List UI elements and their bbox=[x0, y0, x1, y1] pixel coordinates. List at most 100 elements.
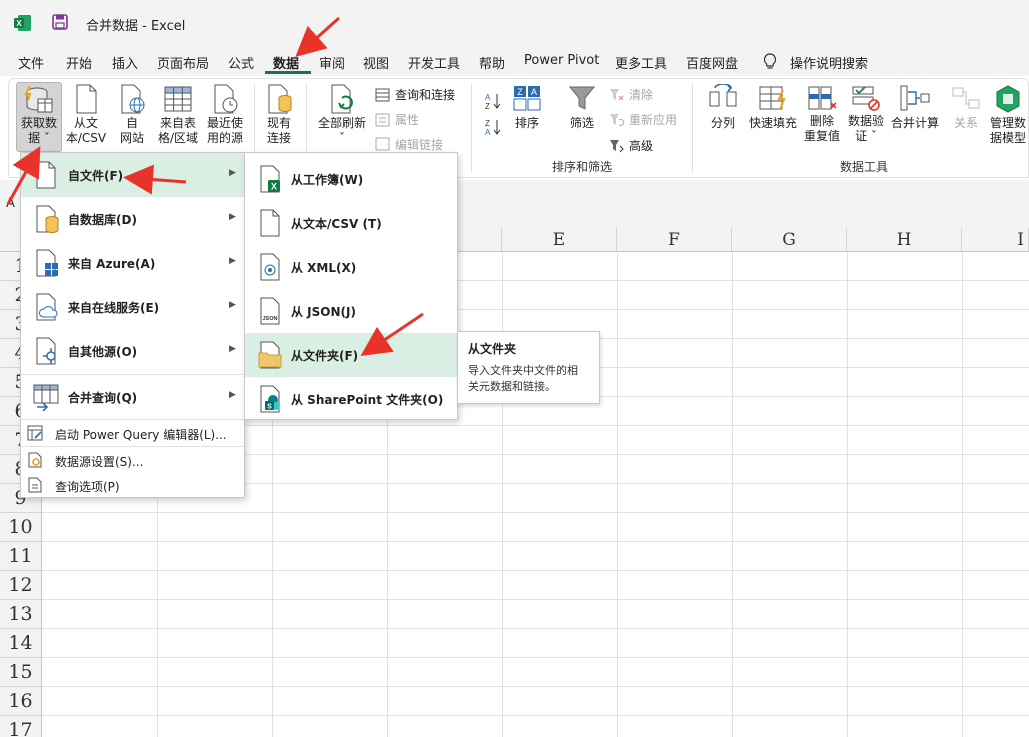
advanced-filter-button[interactable]: 高级 bbox=[609, 137, 653, 154]
other-source-icon bbox=[36, 337, 56, 365]
remove-duplicates-button[interactable]: 删除 重复值 bbox=[802, 84, 842, 144]
submenu-item-label: 从工作簿(W) bbox=[291, 173, 364, 187]
menu-item-from-online-services[interactable]: 来自在线服务(E) ▶ bbox=[21, 285, 244, 329]
group-label-sort-filter: 排序和筛选 bbox=[552, 160, 613, 174]
from-table-range-button[interactable]: 来自表 格/区域 bbox=[155, 84, 201, 146]
sort-button[interactable]: ZA 排序 bbox=[508, 84, 546, 131]
menu-item-from-database[interactable]: 自数据库(D) ▶ bbox=[21, 197, 244, 241]
get-data-label-1: 获取数 bbox=[20, 116, 57, 130]
tab-power-pivot[interactable]: Power Pivot bbox=[524, 53, 599, 68]
properties-icon bbox=[375, 113, 390, 126]
sort-ascending-icon[interactable]: AZ bbox=[484, 92, 502, 110]
manage-data-model-button[interactable]: 管理数 据模型 bbox=[987, 84, 1029, 146]
grid-row-line bbox=[42, 541, 1029, 542]
tab-developer[interactable]: 开发工具 bbox=[408, 53, 460, 72]
tab-view[interactable]: 视图 bbox=[363, 53, 389, 72]
menu-item-data-source-settings[interactable]: 数据源设置(S)... bbox=[21, 448, 244, 472]
filter-button[interactable]: 筛选 bbox=[563, 84, 601, 131]
submenu-item-from-workbook[interactable]: X 从工作簿(W) bbox=[245, 157, 457, 201]
from-text-csv-button[interactable]: 从文 本/CSV bbox=[64, 84, 108, 146]
menu-item-launch-power-query[interactable]: 启动 Power Query 编辑器(L)... bbox=[21, 421, 244, 445]
svg-text:A: A bbox=[485, 128, 491, 136]
menu-item-label: 来自在线服务(E) bbox=[68, 301, 160, 315]
refresh-icon bbox=[331, 84, 353, 114]
sort-buttons: AZ ZA bbox=[484, 92, 502, 136]
name-box[interactable]: A bbox=[6, 196, 15, 211]
from-table-label-1: 来自表 bbox=[159, 116, 196, 130]
menu-item-combine-queries[interactable]: 合并查询(Q) ▶ bbox=[21, 375, 244, 419]
tab-review[interactable]: 审阅 bbox=[319, 53, 345, 72]
consolidate-button[interactable]: 合并计算 bbox=[888, 84, 942, 131]
grid-column-line bbox=[962, 252, 963, 737]
column-header-f[interactable]: F bbox=[617, 228, 732, 252]
get-data-button[interactable]: 获取数 据 ˇ bbox=[16, 82, 62, 152]
existing-connections-button[interactable]: 现有 连接 bbox=[260, 84, 298, 146]
reapply-button[interactable]: 重新应用 bbox=[609, 111, 677, 128]
recent-sources-button[interactable]: 最近使 用的源 bbox=[203, 84, 247, 146]
sort-descending-icon[interactable]: ZA bbox=[484, 118, 502, 136]
row-header[interactable]: 12 bbox=[0, 571, 42, 600]
clear-filter-button[interactable]: 清除 bbox=[609, 86, 653, 103]
reapply-label: 重新应用 bbox=[629, 113, 678, 127]
submenu-item-from-xml[interactable]: 从 XML(X) bbox=[245, 245, 457, 289]
from-web-button[interactable]: 自 网站 bbox=[112, 84, 152, 146]
sharepoint-icon: S bbox=[260, 385, 280, 413]
tab-page-layout[interactable]: 页面布局 bbox=[157, 53, 209, 72]
column-header-g[interactable]: G bbox=[732, 228, 847, 252]
tab-help[interactable]: 帮助 bbox=[479, 53, 505, 72]
data-validation-button[interactable]: 数据验 证 ˇ bbox=[845, 84, 887, 144]
column-header-e[interactable]: E bbox=[502, 228, 617, 252]
tab-file[interactable]: 文件 bbox=[18, 53, 44, 72]
refresh-all-button[interactable]: 全部刷新 ˇ bbox=[314, 84, 370, 146]
relationships-button[interactable]: 关系 bbox=[946, 84, 986, 131]
existing-connections-label-2: 连接 bbox=[266, 131, 291, 145]
row-header[interactable]: 10 bbox=[0, 513, 42, 542]
grid-column-line bbox=[732, 252, 733, 737]
ribbon-separator bbox=[692, 84, 693, 172]
tab-more-tools[interactable]: 更多工具 bbox=[615, 53, 667, 72]
properties-button[interactable]: 属性 bbox=[375, 111, 419, 128]
row-header[interactable]: 16 bbox=[0, 687, 42, 716]
tell-me-search[interactable]: 操作说明搜索 bbox=[790, 53, 868, 72]
existing-connection-icon bbox=[268, 84, 292, 114]
row-header[interactable]: 13 bbox=[0, 600, 42, 629]
submenu-item-label: 从 JSON(J) bbox=[291, 305, 356, 319]
tab-home[interactable]: 开始 bbox=[66, 53, 92, 72]
tab-data[interactable]: 数据 bbox=[273, 53, 299, 72]
menu-item-from-file[interactable]: 自文件(F) ▶ bbox=[21, 153, 244, 197]
flash-fill-button[interactable]: 快速填充 bbox=[746, 84, 800, 131]
submenu-item-from-sharepoint-folder[interactable]: S 从 SharePoint 文件夹(O) bbox=[245, 377, 457, 421]
edit-links-button[interactable]: 编辑链接 bbox=[375, 137, 443, 151]
submenu-arrow-icon: ▶ bbox=[229, 344, 236, 354]
menu-item-label: 数据源设置(S)... bbox=[55, 455, 144, 469]
recent-sources-label-1: 最近使 bbox=[206, 116, 243, 130]
queries-connections-button[interactable]: 查询和连接 bbox=[375, 86, 455, 103]
row-header[interactable]: 14 bbox=[0, 629, 42, 658]
grid-row-line bbox=[42, 657, 1029, 658]
submenu-item-from-folder[interactable]: 从文件夹(F) bbox=[245, 333, 457, 377]
row-header[interactable]: 11 bbox=[0, 542, 42, 571]
row-header[interactable]: 15 bbox=[0, 658, 42, 687]
column-header-i[interactable]: I bbox=[962, 228, 1029, 252]
tab-insert[interactable]: 插入 bbox=[112, 53, 138, 72]
save-icon[interactable] bbox=[52, 14, 68, 30]
json-file-icon: JSON bbox=[260, 297, 280, 325]
svg-text:X: X bbox=[16, 19, 22, 28]
submenu-item-from-text-csv[interactable]: 从文本/CSV (T) bbox=[245, 201, 457, 245]
cloud-icon bbox=[36, 293, 58, 321]
filter-label: 筛选 bbox=[569, 116, 594, 130]
tab-formulas[interactable]: 公式 bbox=[228, 53, 254, 72]
grid-row-line bbox=[42, 512, 1029, 513]
text-to-columns-button[interactable]: 分列 bbox=[703, 84, 743, 131]
menu-separator bbox=[21, 419, 244, 420]
from-folder-tooltip: 从文件夹 导入文件夹中文件的相 关元数据和链接。 bbox=[457, 331, 600, 404]
remove-dup-label-1: 删除 bbox=[809, 114, 834, 128]
menu-item-from-azure[interactable]: 来自 Azure(A) ▶ bbox=[21, 241, 244, 285]
menu-item-from-other-sources[interactable]: 自其他源(O) ▶ bbox=[21, 329, 244, 373]
menu-item-query-options[interactable]: 查询选项(P) bbox=[21, 473, 244, 497]
submenu-item-from-json[interactable]: JSON 从 JSON(J) bbox=[245, 289, 457, 333]
column-header-h[interactable]: H bbox=[847, 228, 962, 252]
row-header[interactable]: 17 bbox=[0, 716, 42, 737]
menu-item-label: 来自 Azure(A) bbox=[68, 257, 156, 271]
tab-baidu-netdisk[interactable]: 百度网盘 bbox=[686, 53, 738, 72]
